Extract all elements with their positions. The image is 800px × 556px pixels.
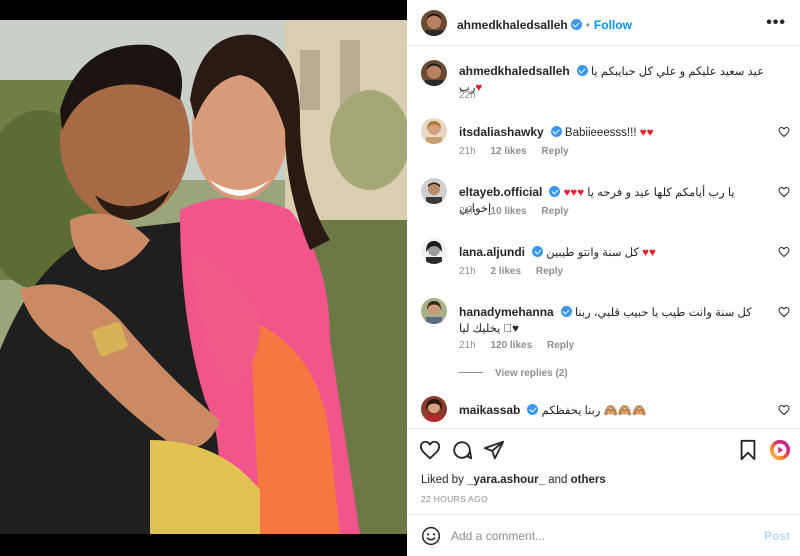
comment-meta: 21h 2 likes Reply [459, 266, 575, 277]
comment-meta: 21h 12 likes Reply [459, 146, 581, 157]
comment-icon[interactable] [451, 439, 473, 461]
commenter-avatar[interactable] [421, 298, 447, 324]
reply-button[interactable]: Reply [547, 340, 574, 351]
comment-hearts: ♥🏻 [503, 323, 519, 335]
comment-time: 21h [459, 206, 476, 217]
author-avatar[interactable] [421, 10, 447, 36]
comment-likes[interactable]: 10 likes [490, 206, 526, 217]
comment-likes[interactable]: 120 likes [490, 340, 532, 351]
comment-username[interactable]: itsdaliashawky [459, 125, 544, 139]
comment-text: Babiieeesss!!! [564, 127, 637, 139]
liked-by: Liked by _yara.ashour_ and others [421, 474, 606, 486]
comment-time: 21h [459, 146, 476, 157]
comment-time: 21h [459, 340, 476, 351]
heart-icon[interactable] [419, 439, 441, 461]
bookmark-icon[interactable] [737, 439, 759, 461]
follow-button[interactable]: Follow [594, 18, 632, 32]
add-comment-bar: Post [407, 514, 800, 556]
commenter-avatar[interactable] [421, 238, 447, 264]
commenter-avatar[interactable] [421, 118, 447, 144]
share-icon[interactable] [483, 439, 505, 461]
author-username[interactable]: ahmedkhaledsalleh [457, 18, 568, 32]
comment-username[interactable]: hanadymehanna [459, 305, 554, 319]
caption-meta: 22h [459, 90, 488, 101]
verified-badge-icon [549, 186, 561, 197]
view-replies-button[interactable]: View replies (2) [459, 368, 568, 379]
reply-button[interactable]: Reply [541, 206, 568, 217]
verified-badge-icon [576, 65, 588, 76]
comment-text: كل سنة وانتو طيبين [546, 247, 639, 259]
more-options-icon[interactable]: ••• [766, 14, 786, 32]
reels-icon[interactable] [769, 439, 791, 461]
verified-badge-icon [550, 126, 562, 137]
comment-like-heart-icon[interactable] [778, 186, 790, 198]
liked-by-others[interactable]: others [571, 474, 606, 486]
post-timestamp[interactable]: 22 HOURS AGO [421, 494, 488, 504]
reply-button[interactable]: Reply [536, 266, 563, 277]
verified-badge-icon [560, 306, 572, 317]
comment-like-heart-icon[interactable] [778, 126, 790, 138]
comment-username[interactable]: eltayeb.official [459, 185, 542, 199]
post-sidebar: ahmedkhaledsalleh • Follow ••• ahmedkhaled… [407, 0, 800, 556]
post-comment-button[interactable]: Post [764, 529, 790, 543]
comment-meta: 21h 10 likes Reply [459, 206, 581, 217]
action-bar [407, 428, 800, 470]
comment-time: 21h [459, 266, 476, 277]
caption-author-avatar[interactable] [421, 60, 447, 86]
liked-by-prefix: Liked by [421, 474, 464, 486]
caption-time: 22h [459, 90, 476, 101]
comment-username[interactable]: lana.aljundi [459, 245, 525, 259]
comment-hearts: ♥♥ [639, 127, 654, 139]
emoji-icon[interactable] [421, 526, 441, 546]
comment-like-heart-icon[interactable] [778, 404, 790, 416]
reply-button[interactable]: Reply [541, 146, 568, 157]
comment-hearts: ♥♥♥ [563, 187, 585, 199]
post-image [0, 20, 407, 534]
post-header: ahmedkhaledsalleh • Follow ••• [407, 0, 800, 46]
comment-text: ربنا يحفظكم [541, 405, 601, 417]
photo-letterbox-bottom [0, 534, 407, 556]
caption-username[interactable]: ahmedkhaledsalleh [459, 64, 570, 78]
comment-like-heart-icon[interactable] [778, 246, 790, 258]
commenter-avatar[interactable] [421, 396, 447, 422]
comments-list[interactable]: ahmedkhaledsalleh عيد سعيد عليكم و علي ك… [407, 46, 800, 428]
verified-badge-icon [532, 246, 544, 257]
comment-username[interactable]: maikassab [459, 403, 520, 417]
verified-badge-icon [570, 19, 582, 30]
comment-like-heart-icon[interactable] [778, 306, 790, 318]
commenter-avatar[interactable] [421, 178, 447, 204]
comment-likes[interactable]: 12 likes [490, 146, 526, 157]
comment-likes[interactable]: 2 likes [490, 266, 521, 277]
comment-meta: 21h 120 likes Reply [459, 340, 586, 351]
liked-by-user[interactable]: _yara.ashour_ [467, 474, 545, 486]
verified-badge-icon [527, 404, 539, 415]
comment-hearts: ♥♥ [642, 247, 656, 259]
photo-letterbox-top [0, 0, 407, 20]
comment-input[interactable] [451, 527, 741, 545]
liked-by-and: and [548, 474, 568, 486]
post-photo[interactable] [0, 0, 407, 556]
comment-hearts: 🙈🙈🙈 [603, 405, 647, 417]
separator-dot: • [585, 18, 590, 32]
